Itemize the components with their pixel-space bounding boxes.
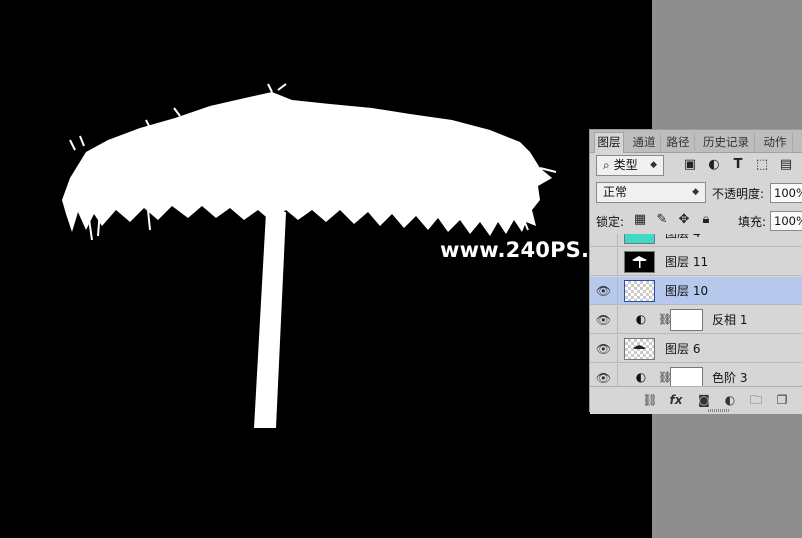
new-layer-icon[interactable]: ❐ (774, 392, 790, 408)
eye-icon[interactable] (590, 234, 618, 247)
umbrella-icon (633, 345, 646, 349)
fill-input[interactable]: 100% (770, 211, 802, 231)
blend-mode-select[interactable]: 正常 ◆ (596, 182, 706, 203)
fx-icon[interactable]: fx (668, 392, 684, 408)
lock-all-icon[interactable]: 🔒︎ (698, 212, 714, 228)
eye-icon[interactable]: 👁︎ (590, 364, 618, 386)
eye-icon[interactable]: 👁︎ (590, 335, 618, 363)
link-chain-icon[interactable]: ⛓︎ (658, 312, 672, 328)
new-group-icon[interactable]: 🗀︎ (748, 392, 764, 408)
filter-row: ⌕ 类型 ◆ ▣ ◐ T ⬚ ▤ (590, 154, 802, 178)
tab-actions[interactable]: 动作 (758, 133, 793, 151)
search-icon: ⌕ (603, 158, 610, 172)
layer-row-11[interactable]: 图层 11 (590, 248, 802, 276)
layer-name[interactable]: 反相 1 (712, 306, 747, 334)
lock-position-icon[interactable]: ✥ (676, 212, 692, 228)
layer-mask-thumbnail[interactable] (670, 309, 703, 331)
layer-name[interactable]: 图层 4 (665, 234, 700, 247)
link-layers-icon[interactable]: ⛓︎ (642, 392, 658, 408)
layer-name[interactable]: 色阶 3 (712, 364, 747, 386)
link-chain-icon[interactable]: ⛓︎ (658, 370, 672, 386)
layers-panel[interactable]: 图层 通道 路径 历史记录 动作 ⌕ 类型 ◆ ▣ ◐ T ⬚ ▤ 正常 ◆ 不… (589, 129, 802, 414)
umbrella-icon (632, 256, 647, 268)
eye-hidden-icon[interactable] (590, 248, 618, 276)
panel-footer: ⛓︎ fx ◙ ◐ 🗀︎ ❐ (590, 386, 802, 414)
opacity-label: 不透明度: (712, 187, 765, 201)
tab-channels[interactable]: 通道 (628, 133, 661, 151)
lock-transparent-pixels-icon[interactable]: ▦ (632, 212, 648, 228)
shape-filter-icon[interactable]: ⬚ (754, 157, 770, 173)
layer-row-4[interactable]: 图层 4 (590, 234, 802, 247)
layer-thumbnail (624, 251, 655, 273)
layer-row-invert[interactable]: 👁︎ ◐ ⛓︎ 反相 1 (590, 306, 802, 334)
adjustment-layer-icon: ◐ (635, 370, 647, 384)
filter-kind-select[interactable]: ⌕ 类型 ◆ (596, 155, 664, 176)
layer-row-6[interactable]: 👁︎ 图层 6 (590, 335, 802, 363)
updown-arrow-icon: ◆ (692, 187, 699, 197)
umbrella-mask-image (62, 83, 557, 428)
layer-thumbnail (624, 280, 655, 302)
add-mask-icon[interactable]: ◙ (696, 392, 712, 408)
opacity-input[interactable]: 100% (770, 183, 802, 203)
pixel-filter-icon[interactable]: ▣ (682, 157, 698, 173)
lock-row: 锁定: ▦ ✎ ✥ 🔒︎ 填充: 100% (590, 208, 802, 232)
updown-arrow-icon: ◆ (650, 160, 657, 170)
layer-name[interactable]: 图层 6 (665, 335, 700, 363)
layer-mask-thumbnail[interactable] (670, 367, 703, 386)
new-adjustment-layer-icon[interactable]: ◐ (722, 392, 738, 408)
layer-name[interactable]: 图层 10 (665, 277, 708, 305)
tab-paths[interactable]: 路径 (662, 133, 695, 151)
eye-icon[interactable]: 👁︎ (590, 306, 618, 334)
filter-kind-label: 类型 (613, 158, 638, 172)
fill-label: 填充: (738, 215, 767, 229)
blend-mode-label: 正常 (603, 185, 628, 199)
layers-list[interactable]: 图层 4 图层 11 👁︎ 图层 10 👁︎ ◐ ⛓︎ 反相 1 👁︎ (590, 234, 802, 386)
eye-icon[interactable]: 👁︎ (590, 277, 618, 305)
adjustment-filter-icon[interactable]: ◐ (706, 157, 722, 173)
blend-row: 正常 ◆ 不透明度: 100% (590, 180, 802, 204)
type-filter-icon[interactable]: T (730, 157, 746, 173)
smart-object-filter-icon[interactable]: ▤ (778, 157, 794, 173)
adjustment-layer-icon: ◐ (635, 312, 647, 326)
layer-thumbnail (624, 338, 655, 360)
tab-history[interactable]: 历史记录 (698, 133, 755, 151)
layer-thumbnail (624, 234, 655, 244)
layer-name[interactable]: 图层 11 (665, 248, 708, 276)
panel-tabs: 图层 通道 路径 历史记录 动作 (590, 130, 802, 153)
lock-label: 锁定: (596, 215, 625, 229)
tab-layers[interactable]: 图层 (594, 132, 624, 153)
resize-grip[interactable] (708, 409, 730, 412)
layer-row-levels[interactable]: 👁︎ ◐ ⛓︎ 色阶 3 (590, 364, 802, 386)
layer-row-10[interactable]: 👁︎ 图层 10 (590, 277, 802, 305)
lock-image-pixels-icon[interactable]: ✎ (654, 212, 670, 228)
document-canvas[interactable] (0, 0, 652, 538)
